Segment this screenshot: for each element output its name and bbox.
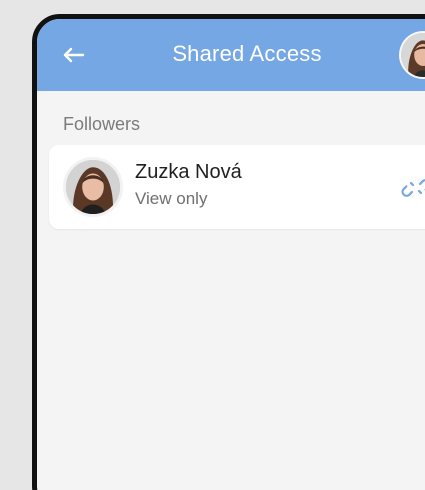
user-avatar[interactable] bbox=[399, 31, 425, 79]
screen: Shared Access Followers Zuzka Nová View … bbox=[0, 0, 425, 490]
follower-avatar bbox=[63, 157, 123, 217]
app-bar: Shared Access bbox=[37, 19, 425, 91]
follower-card[interactable]: Zuzka Nová View only bbox=[49, 145, 425, 229]
phone-frame: Shared Access Followers Zuzka Nová View … bbox=[32, 14, 425, 490]
followers-section-label: Followers bbox=[63, 114, 141, 134]
follower-name: Zuzka Nová bbox=[135, 161, 242, 183]
arrow-left-icon[interactable] bbox=[59, 41, 87, 69]
unlink-icon[interactable] bbox=[401, 173, 425, 203]
follower-permission: View only bbox=[135, 189, 208, 208]
page-title: Shared Access bbox=[172, 41, 322, 66]
